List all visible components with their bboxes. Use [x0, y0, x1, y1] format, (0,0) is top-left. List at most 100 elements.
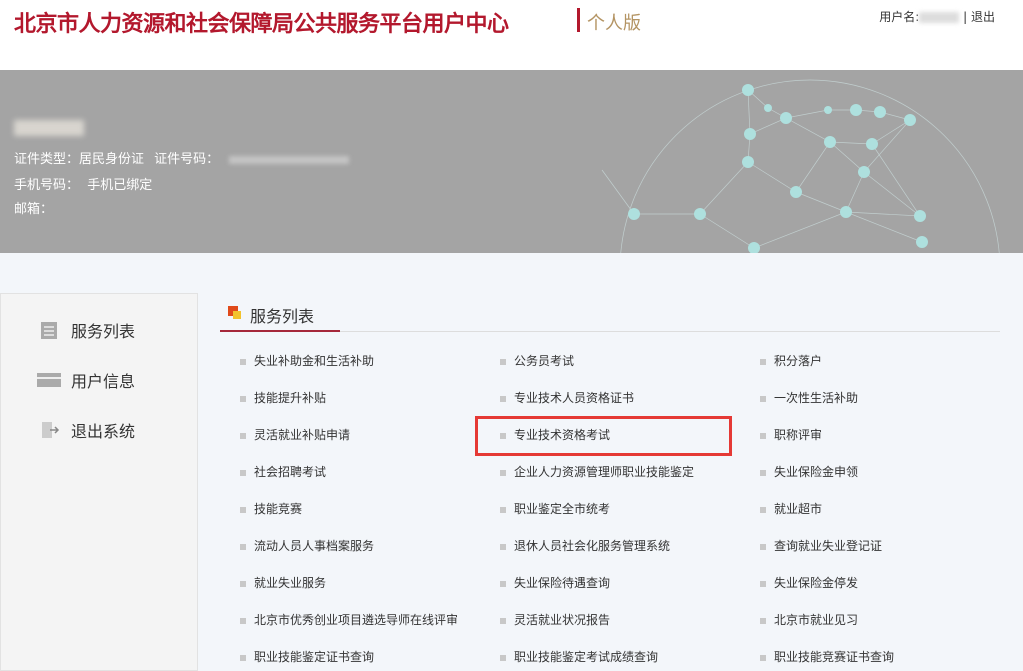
- bullet-icon: [240, 581, 246, 587]
- service-label: 流动人员人事档案服务: [254, 539, 374, 553]
- service-link[interactable]: 查询就业失业登记证: [760, 537, 882, 554]
- service-link[interactable]: 积分落户: [760, 352, 822, 369]
- service-link[interactable]: 职业鉴定全市统考: [500, 500, 610, 517]
- username-redacted: [919, 12, 959, 23]
- service-label: 技能竞赛: [254, 502, 302, 516]
- service-label: 退休人员社会化服务管理系统: [514, 539, 670, 553]
- service-label: 社会招聘考试: [254, 465, 326, 479]
- sidebar-item-label: 用户信息: [71, 368, 135, 392]
- service-link[interactable]: 专业技术人员资格证书: [500, 389, 634, 406]
- bullet-icon: [500, 618, 506, 624]
- service-label: 失业保险金申领: [774, 465, 858, 479]
- bullet-icon: [760, 618, 766, 624]
- service-link[interactable]: 公务员考试: [500, 352, 574, 369]
- service-label: 积分落户: [774, 354, 822, 368]
- network-graphic: [600, 70, 1023, 253]
- service-label: 失业补助金和生活补助: [254, 354, 374, 368]
- bullet-icon: [500, 544, 506, 550]
- bullet-icon: [500, 507, 506, 513]
- heading-divider: [340, 331, 1000, 332]
- user-area: 用户名: | 退出: [879, 8, 995, 25]
- bullet-icon: [240, 359, 246, 365]
- service-label: 公务员考试: [514, 354, 574, 368]
- bullet-icon: [240, 618, 246, 624]
- user-name-redacted: [14, 120, 84, 136]
- service-label: 一次性生活补助: [774, 391, 858, 405]
- service-link[interactable]: 失业补助金和生活补助: [240, 352, 374, 369]
- service-link[interactable]: 职称评审: [760, 426, 822, 443]
- edition-label: 个人版: [587, 9, 641, 35]
- service-link[interactable]: 职业技能鉴定考试成绩查询: [500, 648, 658, 665]
- email-info: 邮箱：: [14, 198, 53, 217]
- exit-icon: [37, 420, 61, 440]
- service-link[interactable]: 就业超市: [760, 500, 822, 517]
- service-label: 灵活就业补贴申请: [254, 428, 350, 442]
- service-label: 灵活就业状况报告: [514, 613, 610, 627]
- bullet-icon: [240, 396, 246, 402]
- bullet-icon: [240, 470, 246, 476]
- bullet-icon: [760, 470, 766, 476]
- list-icon: [37, 320, 61, 340]
- service-link[interactable]: 流动人员人事档案服务: [240, 537, 374, 554]
- heading-icon-accent: [233, 311, 241, 319]
- service-label: 职称评审: [774, 428, 822, 442]
- bullet-icon: [760, 433, 766, 439]
- service-link[interactable]: 灵活就业状况报告: [500, 611, 610, 628]
- bullet-icon: [760, 581, 766, 587]
- site-title: 北京市人力资源和社会保障局公共服务平台用户中心: [14, 6, 509, 38]
- id-type-label: 证件类型：: [14, 152, 79, 167]
- id-info: 证件类型：居民身份证 证件号码：: [14, 148, 349, 167]
- service-label: 北京市就业见习: [774, 613, 858, 627]
- username-label: 用户名:: [879, 10, 919, 24]
- bullet-icon: [500, 359, 506, 365]
- service-label: 失业保险待遇查询: [514, 576, 610, 590]
- service-link[interactable]: 职业技能鉴定证书查询: [240, 648, 374, 665]
- user-divider: |: [963, 10, 967, 24]
- service-label: 职业鉴定全市统考: [514, 502, 610, 516]
- bullet-icon: [500, 655, 506, 661]
- service-link[interactable]: 社会招聘考试: [240, 463, 326, 480]
- service-link[interactable]: 北京市就业见习: [760, 611, 858, 628]
- phone-label: 手机号码：: [14, 178, 79, 193]
- bullet-icon: [500, 396, 506, 402]
- sidebar-item-label: 服务列表: [71, 318, 135, 342]
- service-link[interactable]: 退休人员社会化服务管理系统: [500, 537, 670, 554]
- sidebar-item-logout[interactable]: 退出系统: [37, 418, 135, 442]
- bullet-icon: [760, 359, 766, 365]
- bullet-icon: [240, 655, 246, 661]
- id-type-value: 居民身份证: [79, 152, 144, 167]
- service-label: 技能提升补贴: [254, 391, 326, 405]
- service-link[interactable]: 企业人力资源管理师职业技能鉴定: [500, 463, 694, 480]
- service-link[interactable]: 技能竞赛: [240, 500, 302, 517]
- bullet-icon: [760, 655, 766, 661]
- service-label: 职业技能鉴定证书查询: [254, 650, 374, 664]
- service-link[interactable]: 一次性生活补助: [760, 389, 858, 406]
- service-label: 就业失业服务: [254, 576, 326, 590]
- service-label: 企业人力资源管理师职业技能鉴定: [514, 465, 694, 479]
- sidebar-item-service-list[interactable]: 服务列表: [37, 318, 135, 342]
- email-label: 邮箱：: [14, 202, 53, 217]
- phone-info: 手机号码： 手机已绑定: [14, 174, 152, 193]
- service-link[interactable]: 灵活就业补贴申请: [240, 426, 350, 443]
- service-link[interactable]: 职业技能竞赛证书查询: [760, 648, 894, 665]
- bullet-icon: [500, 581, 506, 587]
- bullet-icon: [240, 433, 246, 439]
- service-link[interactable]: 失业保险金停发: [760, 574, 858, 591]
- bullet-icon: [760, 396, 766, 402]
- service-link[interactable]: 技能提升补贴: [240, 389, 326, 406]
- service-link[interactable]: 就业失业服务: [240, 574, 326, 591]
- service-link[interactable]: 北京市优秀创业项目遴选导师在线评审: [240, 611, 458, 628]
- id-number-label: 证件号码：: [154, 152, 219, 167]
- sidebar: 服务列表 用户信息 退出系统: [0, 293, 198, 671]
- profile-banner: 证件类型：居民身份证 证件号码： 手机号码： 手机已绑定 邮箱：: [0, 70, 1023, 253]
- service-link[interactable]: 失业保险金申领: [760, 463, 858, 480]
- sidebar-item-label: 退出系统: [71, 418, 135, 442]
- header: 北京市人力资源和社会保障局公共服务平台用户中心 个人版 用户名: | 退出: [0, 0, 1023, 70]
- service-label: 失业保险金停发: [774, 576, 858, 590]
- sidebar-item-user-info[interactable]: 用户信息: [37, 368, 135, 392]
- bullet-icon: [240, 544, 246, 550]
- service-label: 职业技能鉴定考试成绩查询: [514, 650, 658, 664]
- logout-link[interactable]: 退出: [971, 10, 995, 24]
- highlight-box: [475, 416, 732, 456]
- service-link[interactable]: 失业保险待遇查询: [500, 574, 610, 591]
